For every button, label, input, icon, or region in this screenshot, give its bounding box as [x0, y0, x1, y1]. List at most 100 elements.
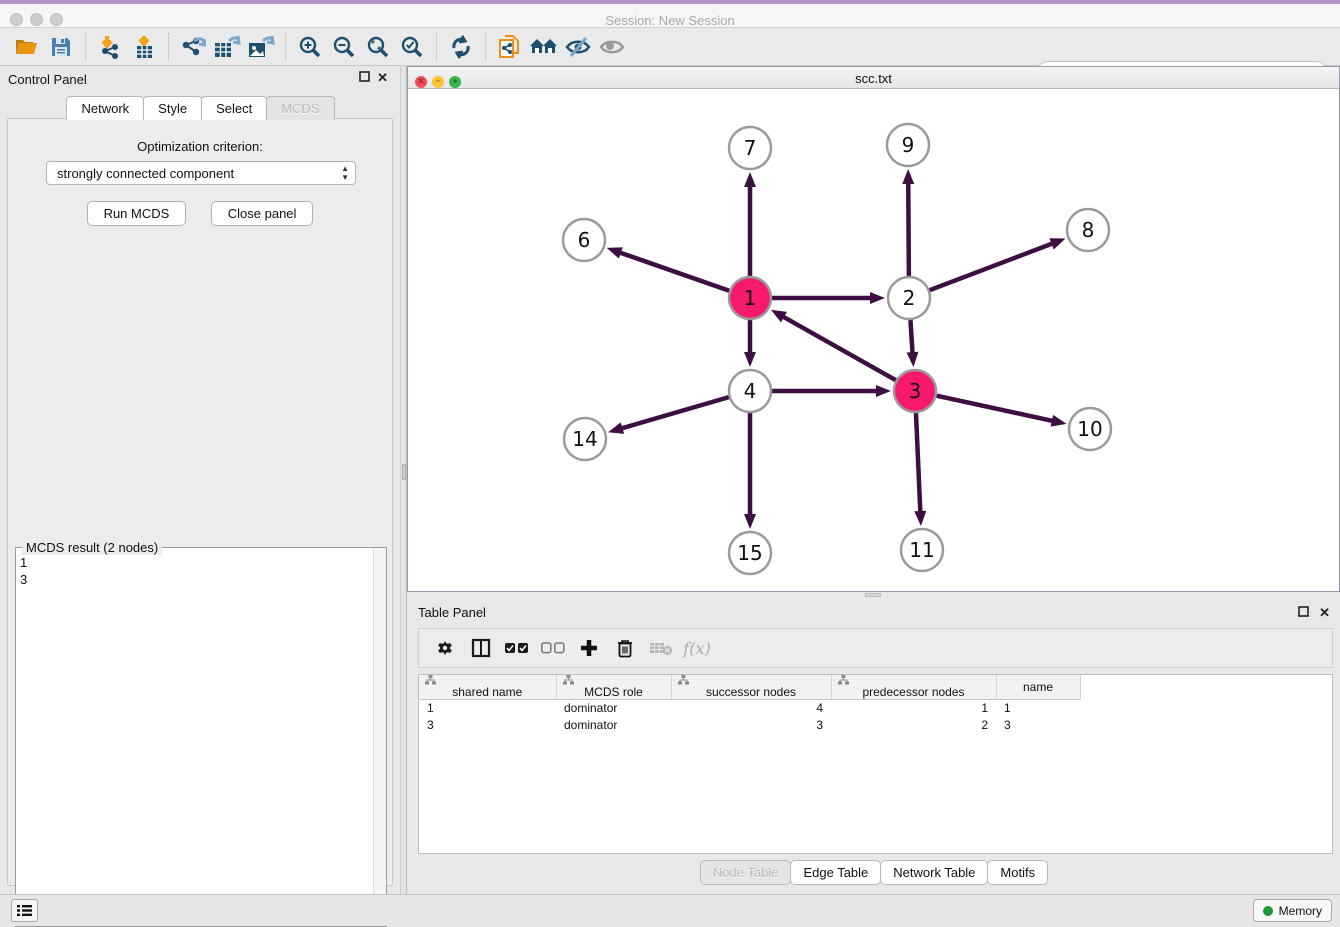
column-header-successor-nodes[interactable]: successor nodes: [671, 675, 831, 700]
clone-network-button[interactable]: [493, 31, 527, 63]
column-layout-button[interactable]: [463, 632, 499, 664]
deselect-all-button[interactable]: [535, 632, 571, 664]
table-cell[interactable]: 1: [831, 700, 996, 717]
mcds-tab-content: Optimization criterion: strongly connect…: [7, 118, 393, 886]
apply-function-button[interactable]: f(x): [679, 632, 715, 664]
edge-arrowhead: [902, 169, 914, 184]
vertical-splitter[interactable]: [400, 66, 407, 894]
float-panel-icon[interactable]: [1298, 606, 1309, 617]
edge-2-8[interactable]: [930, 243, 1054, 290]
zoom-out-button[interactable]: [327, 31, 361, 63]
double-house-icon: [529, 36, 559, 58]
attribute-table[interactable]: shared name MCDS rolesuccessor nodesprede…: [419, 675, 1081, 734]
delete-column-button[interactable]: [607, 632, 643, 664]
delete-table-button[interactable]: [643, 632, 679, 664]
control-panel-tabs: NetworkStyleSelectMCDS: [0, 96, 400, 120]
tab-network[interactable]: Network: [66, 96, 144, 120]
table-cell[interactable]: 3: [419, 717, 556, 734]
zoom-in-icon: [298, 35, 322, 59]
table-cell[interactable]: 1: [419, 700, 556, 717]
graph-node-label: 1: [744, 286, 757, 310]
tab-select[interactable]: Select: [201, 96, 267, 120]
table-cell[interactable]: 3: [671, 717, 831, 734]
edge-3-1[interactable]: [782, 316, 896, 380]
column-header-name[interactable]: name: [996, 675, 1080, 700]
network-window-titlebar[interactable]: ✕−+ scc.txt: [408, 67, 1339, 89]
import-table-button[interactable]: [127, 31, 161, 63]
zoom-selected-button[interactable]: [395, 31, 429, 63]
refresh-layout-button[interactable]: [444, 31, 478, 63]
table-cell[interactable]: dominator: [556, 717, 671, 734]
table-settings-button[interactable]: [427, 632, 463, 664]
edge-3-10[interactable]: [936, 396, 1053, 421]
zoom-fit-button[interactable]: [361, 31, 395, 63]
tab-mcds[interactable]: MCDS: [266, 96, 334, 120]
show-hidden-button[interactable]: [595, 31, 629, 63]
edge-arrowhead: [744, 172, 756, 187]
control-panel: Control Panel ✕ NetworkStyleSelectMCDS O…: [0, 66, 400, 894]
mcds-result-box: MCDS result (2 nodes) 1 3: [15, 547, 387, 927]
table-cell[interactable]: dominator: [556, 700, 671, 717]
table-cell[interactable]: 2: [831, 717, 996, 734]
splitter-handle[interactable]: [402, 464, 406, 480]
table-row[interactable]: 3dominator323: [419, 717, 1080, 734]
toolbar-separator: [285, 33, 286, 61]
edge-arrowhead: [744, 352, 756, 367]
network-canvas[interactable]: 7968124314101511: [408, 89, 1339, 591]
column-header-MCDS-role[interactable]: MCDS role: [556, 675, 671, 700]
close-panel-icon[interactable]: ✕: [377, 70, 388, 86]
table-panel: Table Panel ✕: [407, 598, 1340, 894]
criterion-select[interactable]: strongly connected component ▲▼: [46, 161, 356, 185]
neighborhood-button[interactable]: [527, 31, 561, 63]
tab-motifs[interactable]: Motifs: [987, 860, 1048, 885]
tab-network-table[interactable]: Network Table: [880, 860, 988, 885]
window-title: Session: New Session: [0, 13, 1340, 28]
zoom-in-button[interactable]: [293, 31, 327, 63]
column-header-shared-name[interactable]: shared name: [419, 675, 556, 700]
edge-arrowhead: [1051, 415, 1067, 427]
node-table[interactable]: shared name MCDS rolesuccessor nodesprede…: [418, 674, 1333, 854]
edge-2-3[interactable]: [910, 320, 912, 354]
task-history-button[interactable]: [11, 899, 38, 922]
export-table-button[interactable]: [210, 31, 244, 63]
open-session-button[interactable]: [10, 31, 44, 63]
mcds-result-text[interactable]: 1 3: [20, 554, 27, 588]
edge-arrowhead: [914, 511, 926, 526]
export-network-icon: [180, 35, 206, 59]
namespace-icon: [425, 675, 436, 685]
table-cell[interactable]: 4: [671, 700, 831, 717]
export-image-button[interactable]: [244, 31, 278, 63]
tab-edge-table[interactable]: Edge Table: [790, 860, 881, 885]
delete-table-icon: [649, 640, 673, 656]
column-header-predecessor-nodes[interactable]: predecessor nodes: [831, 675, 996, 700]
table-cell[interactable]: 3: [996, 717, 1080, 734]
run-mcds-button[interactable]: Run MCDS: [87, 201, 187, 226]
hide-selected-button[interactable]: [561, 31, 595, 63]
close-panel-button[interactable]: Close panel: [211, 201, 314, 226]
edge-1-6[interactable]: [619, 252, 729, 291]
select-all-button[interactable]: [499, 632, 535, 664]
add-column-button[interactable]: [571, 632, 607, 664]
table-panel-controls[interactable]: ✕: [1298, 604, 1330, 622]
table-row[interactable]: 1dominator411: [419, 700, 1080, 717]
network-graph[interactable]: 7968124314101511: [408, 89, 1339, 591]
column-label: shared name: [452, 685, 522, 699]
tab-style[interactable]: Style: [143, 96, 202, 120]
toolbar-separator: [85, 33, 86, 61]
tab-node-table[interactable]: Node Table: [700, 860, 792, 885]
import-table-icon: [132, 35, 156, 59]
edge-3-11[interactable]: [916, 413, 920, 513]
save-session-button[interactable]: [44, 31, 78, 63]
export-network-button[interactable]: [176, 31, 210, 63]
memory-button[interactable]: Memory: [1253, 899, 1332, 922]
edge-4-14[interactable]: [621, 397, 729, 429]
table-cell[interactable]: 1: [996, 700, 1080, 717]
result-scrollbar[interactable]: [373, 548, 386, 926]
splitter-handle[interactable]: [865, 593, 881, 597]
float-panel-icon[interactable]: [359, 71, 370, 82]
edge-2-9[interactable]: [908, 182, 909, 276]
close-panel-icon[interactable]: ✕: [1319, 605, 1330, 620]
import-network-button[interactable]: [93, 31, 127, 63]
graph-node-label: 11: [909, 538, 934, 562]
graph-node-label: 8: [1082, 218, 1095, 242]
